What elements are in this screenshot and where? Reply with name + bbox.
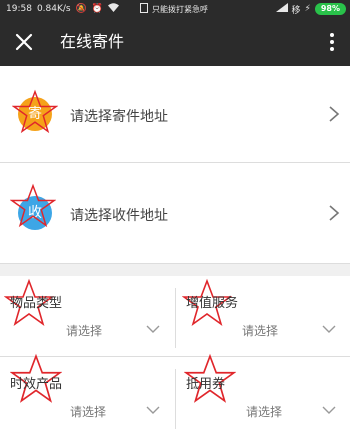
item-type-selector[interactable]: 物品类型 请选择 bbox=[0, 276, 175, 356]
delivery-speed-label: 时效产品 bbox=[10, 377, 63, 392]
charging-icon: ⚡ bbox=[304, 4, 311, 14]
delivery-speed-value: 请选择 bbox=[70, 405, 107, 419]
shipping-options-grid: 物品类型 请选择 增值服务 请选择 时效产品 请选择 抵用券 请选择 bbox=[0, 276, 350, 438]
item-type-label: 物品类型 bbox=[10, 296, 63, 311]
value-added-service-value: 请选择 bbox=[242, 324, 279, 338]
value-added-service-label: 增值服务 bbox=[186, 296, 239, 311]
receiver-address-label: 请选择收件地址 bbox=[70, 208, 168, 224]
alarm-icon: ⏰ bbox=[91, 4, 104, 14]
network-speed: 0.84K/s bbox=[36, 4, 71, 14]
receiver-address-row[interactable]: 收 请选择收件地址 bbox=[0, 163, 350, 264]
chevron-down-icon bbox=[146, 406, 160, 414]
chevron-down-icon bbox=[322, 406, 336, 414]
more-menu-button[interactable] bbox=[322, 28, 342, 56]
sender-address-label: 请选择寄件地址 bbox=[70, 109, 168, 125]
close-icon bbox=[15, 33, 33, 51]
app-bar: 在线寄件 bbox=[0, 18, 350, 66]
page-title: 在线寄件 bbox=[60, 32, 125, 51]
battery-indicator: 98% bbox=[314, 3, 346, 15]
coupon-label: 抵用券 bbox=[186, 377, 226, 392]
coupon-selector[interactable]: 抵用券 请选择 bbox=[176, 353, 350, 437]
item-type-value: 请选择 bbox=[66, 324, 103, 338]
signal-icon bbox=[275, 3, 288, 15]
sim-icon bbox=[140, 3, 148, 15]
receive-badge: 收 bbox=[18, 196, 52, 230]
send-badge: 寄 bbox=[18, 97, 52, 131]
delivery-speed-selector[interactable]: 时效产品 请选择 bbox=[0, 353, 175, 437]
clock: 19:58 bbox=[6, 4, 32, 14]
more-vertical-icon bbox=[330, 33, 334, 51]
chevron-down-icon bbox=[322, 325, 336, 333]
carrier-label: 移 bbox=[291, 5, 301, 16]
coupon-value: 请选择 bbox=[246, 405, 283, 419]
chevron-down-icon bbox=[146, 325, 160, 333]
sender-address-row[interactable]: 寄 请选择寄件地址 bbox=[0, 66, 350, 163]
chevron-right-icon bbox=[329, 205, 340, 221]
wifi-icon bbox=[108, 3, 120, 15]
close-button[interactable] bbox=[10, 28, 38, 56]
value-added-service-selector[interactable]: 增值服务 请选择 bbox=[176, 276, 350, 356]
chevron-right-icon bbox=[329, 106, 340, 122]
status-bar: 19:58 0.84K/s 🔕 ⏰ 只能拨打紧急呼 移 ⚡ 98% bbox=[0, 0, 350, 18]
emergency-notice: 只能拨打紧急呼 bbox=[152, 4, 208, 14]
mute-icon: 🔕 bbox=[75, 4, 87, 14]
